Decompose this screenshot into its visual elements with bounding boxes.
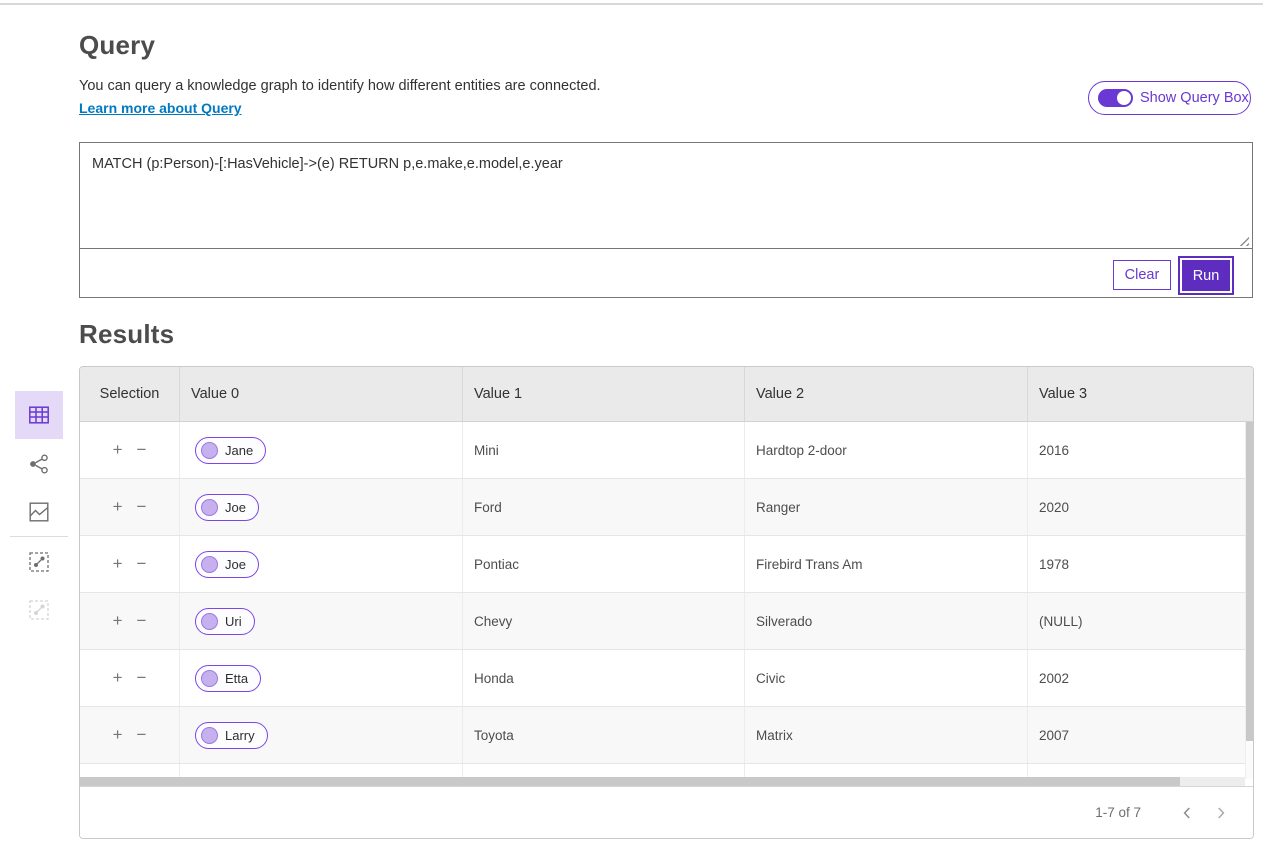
- cell-value2: Silverado: [744, 593, 1027, 649]
- horizontal-scrollbar[interactable]: [80, 777, 1245, 786]
- top-divider: [0, 3, 1263, 5]
- column-header-value2: Value 2: [744, 367, 1027, 421]
- cell-value3: 2007: [1027, 707, 1245, 763]
- cell-value1: Toyota: [462, 707, 744, 763]
- query-input[interactable]: MATCH (p:Person)-[:HasVehicle]->(e) RETU…: [80, 143, 1252, 249]
- add-selection-button[interactable]: +: [106, 440, 130, 460]
- table-row: + − Larry Toyota Matrix 2007: [80, 707, 1245, 764]
- sidebar-item-map-view[interactable]: [15, 488, 63, 536]
- entity-label: Etta: [225, 671, 248, 686]
- table-footer: 1-7 of 7: [80, 786, 1253, 838]
- table-row: + − Joe Pontiac Firebird Trans Am 1978: [80, 536, 1245, 593]
- column-header-value3: Value 3: [1027, 367, 1253, 421]
- query-page-title: Query: [79, 30, 155, 61]
- pagination-next-button[interactable]: [1207, 799, 1235, 827]
- show-query-box-toggle[interactable]: Show Query Box: [1088, 81, 1251, 115]
- query-description: You can query a knowledge graph to ident…: [79, 78, 601, 94]
- rail-divider: [10, 536, 68, 537]
- cell-value1: Mini: [462, 422, 744, 478]
- cell-value3: 1978: [1027, 536, 1245, 592]
- entity-icon: [201, 727, 218, 744]
- entity-icon: [201, 442, 218, 459]
- entity-icon: [201, 613, 218, 630]
- entity-pill[interactable]: Larry: [195, 722, 268, 749]
- cell-value1: Pontiac: [462, 536, 744, 592]
- entity-label: Larry: [225, 728, 255, 743]
- add-selection-button[interactable]: +: [106, 554, 130, 574]
- entity-icon: [201, 499, 218, 516]
- add-selection-button[interactable]: +: [106, 611, 130, 631]
- entity-label: Joe: [225, 500, 246, 515]
- new-link-chart-icon-disabled: [28, 599, 50, 621]
- cell-value2: Firebird Trans Am: [744, 536, 1027, 592]
- toggle-label: Show Query Box: [1140, 90, 1249, 106]
- vertical-scrollbar[interactable]: [1245, 422, 1253, 779]
- sidebar-item-new-map-view[interactable]: [15, 538, 63, 586]
- cell-value1: Chevy: [462, 593, 744, 649]
- entity-pill[interactable]: Etta: [195, 665, 261, 692]
- entity-label: Jane: [225, 443, 253, 458]
- entity-pill[interactable]: Joe: [195, 494, 259, 521]
- sidebar-item-table-view[interactable]: [15, 391, 63, 439]
- cell-value1: Honda: [462, 650, 744, 706]
- remove-selection-button[interactable]: −: [130, 668, 154, 688]
- toggle-knob: [1117, 91, 1131, 105]
- cell-value2: Matrix: [744, 707, 1027, 763]
- sidebar-item-link-chart-view[interactable]: [15, 440, 63, 488]
- toggle-switch-icon[interactable]: [1098, 89, 1133, 107]
- cell-value1: Ford: [462, 479, 744, 535]
- new-map-icon: [28, 551, 50, 573]
- table-row: + − Joe Ford Ranger 2020: [80, 479, 1245, 536]
- map-icon: [28, 501, 50, 523]
- sidebar-item-new-link-chart-view: [15, 586, 63, 634]
- entity-pill[interactable]: Uri: [195, 608, 255, 635]
- table-row: + − Etta Honda Civic 2002: [80, 650, 1245, 707]
- table-header-row: Selection Value 0 Value 1 Value 2 Value …: [80, 367, 1253, 422]
- pagination-prev-button[interactable]: [1173, 799, 1201, 827]
- chevron-left-icon: [1182, 806, 1192, 820]
- vertical-scrollbar-thumb[interactable]: [1246, 422, 1253, 741]
- remove-selection-button[interactable]: −: [130, 440, 154, 460]
- entity-label: Uri: [225, 614, 242, 629]
- cell-value3: 2016: [1027, 422, 1245, 478]
- add-selection-button[interactable]: +: [106, 725, 130, 745]
- remove-selection-button[interactable]: −: [130, 611, 154, 631]
- pagination-range-label: 1-7 of 7: [1095, 805, 1141, 820]
- column-header-value1: Value 1: [462, 367, 744, 421]
- clear-button[interactable]: Clear: [1113, 260, 1171, 290]
- entity-pill[interactable]: Joe: [195, 551, 259, 578]
- column-header-value0: Value 0: [179, 367, 462, 421]
- entity-icon: [201, 556, 218, 573]
- remove-selection-button[interactable]: −: [130, 554, 154, 574]
- remove-selection-button[interactable]: −: [130, 725, 154, 745]
- entity-pill[interactable]: Jane: [195, 437, 266, 464]
- entity-icon: [201, 670, 218, 687]
- horizontal-scrollbar-thumb[interactable]: [80, 777, 1180, 786]
- cell-value2: Civic: [744, 650, 1027, 706]
- chevron-right-icon: [1216, 806, 1226, 820]
- run-button[interactable]: Run: [1182, 260, 1230, 291]
- table-row: + − Uri Chevy Silverado (NULL): [80, 593, 1245, 650]
- table-icon: [28, 404, 50, 426]
- cell-value2: Hardtop 2-door: [744, 422, 1027, 478]
- remove-selection-button[interactable]: −: [130, 497, 154, 517]
- query-page: Query You can query a knowledge graph to…: [0, 0, 1263, 847]
- cell-value3: 2020: [1027, 479, 1245, 535]
- column-header-selection: Selection: [80, 367, 179, 421]
- link-chart-icon: [28, 453, 50, 475]
- query-editor: MATCH (p:Person)-[:HasVehicle]->(e) RETU…: [79, 142, 1253, 298]
- cell-value3: (NULL): [1027, 593, 1245, 649]
- table-body: + − Jane Mini Hardtop 2-door 2016 + − Jo…: [80, 422, 1245, 779]
- cell-value2: Ranger: [744, 479, 1027, 535]
- entity-label: Joe: [225, 557, 246, 572]
- results-title: Results: [79, 319, 174, 350]
- add-selection-button[interactable]: +: [106, 497, 130, 517]
- cell-value3: 2002: [1027, 650, 1245, 706]
- learn-more-link[interactable]: Learn more about Query: [79, 100, 242, 116]
- table-row: + − Jane Mini Hardtop 2-door 2016: [80, 422, 1245, 479]
- results-table: Selection Value 0 Value 1 Value 2 Value …: [79, 366, 1254, 839]
- add-selection-button[interactable]: +: [106, 668, 130, 688]
